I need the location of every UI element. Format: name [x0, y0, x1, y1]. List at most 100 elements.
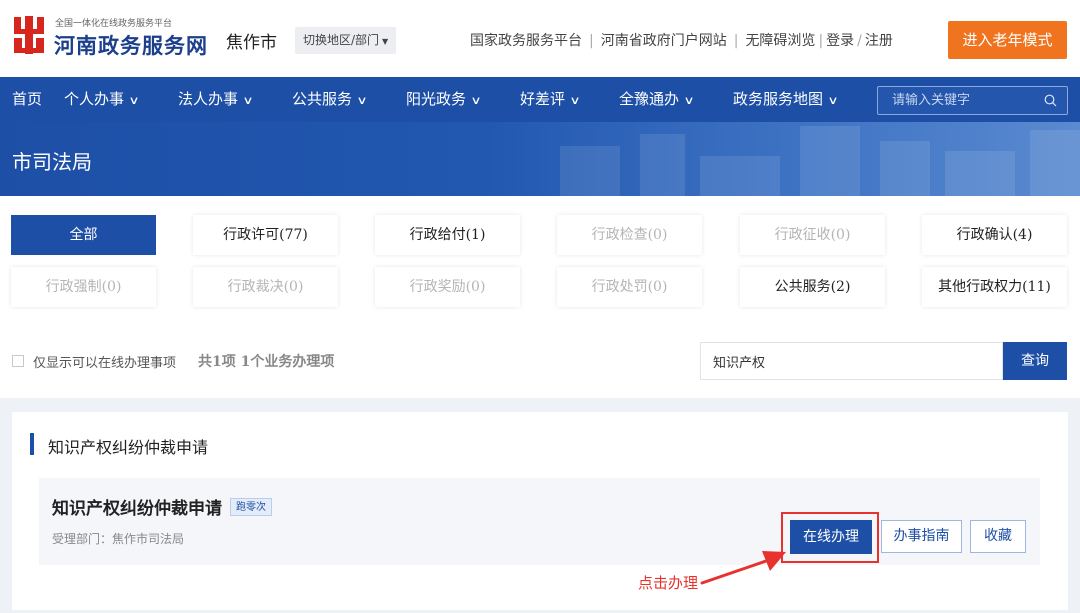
- divider: |: [818, 33, 824, 49]
- filter-count: (0): [647, 279, 668, 295]
- online-apply-button[interactable]: 在线办理: [790, 520, 872, 554]
- search-icon[interactable]: [1044, 94, 1057, 107]
- switch-region-label: 切换地区/部门: [303, 33, 380, 47]
- filter-label: 行政奖励: [409, 279, 466, 295]
- building-decoration: [1030, 130, 1080, 196]
- divider: /: [857, 33, 862, 49]
- building-decoration: [560, 146, 620, 196]
- online-only-checkbox[interactable]: [12, 355, 24, 367]
- chevron-down-icon: ∨: [683, 94, 695, 107]
- filter-all[interactable]: 全部: [11, 215, 156, 255]
- section-marker: [30, 433, 34, 455]
- nav-label: 个人办事: [64, 90, 125, 108]
- nav-label: 全豫通办: [619, 90, 680, 108]
- link-national-platform[interactable]: 国家政务服务平台: [470, 33, 582, 49]
- building-decoration: [880, 141, 930, 196]
- link-login[interactable]: 登录: [826, 33, 854, 49]
- chevron-down-icon: ∨: [242, 94, 254, 107]
- chevron-down-icon: ∨: [356, 94, 368, 107]
- nav-label: 首页: [12, 90, 43, 108]
- filter-public-service[interactable]: 公共服务(2): [740, 267, 885, 307]
- query-button[interactable]: 查询: [1003, 342, 1067, 380]
- caret-down-icon: ▼: [382, 37, 389, 46]
- filter-count: (77): [279, 227, 308, 243]
- chevron-down-icon: ∨: [470, 94, 482, 107]
- filter-count: (1): [465, 227, 486, 243]
- filter-admin-license[interactable]: 行政许可(77): [193, 215, 338, 255]
- filter-admin-confirmation[interactable]: 行政确认(4): [922, 215, 1067, 255]
- filter-count: (4): [1012, 227, 1033, 243]
- nav-item-public-service[interactable]: 公共服务 ∨: [292, 77, 368, 122]
- filter-admin-penalty[interactable]: 行政处罚(0): [557, 267, 702, 307]
- filter-count: (2): [830, 279, 851, 295]
- favorite-button[interactable]: 收藏: [970, 520, 1026, 553]
- filter-admin-adjudication[interactable]: 行政裁决(0): [193, 267, 338, 307]
- zero-trip-badge: 跑零次: [230, 498, 272, 516]
- filter-admin-levy[interactable]: 行政征收(0): [740, 215, 885, 255]
- filter-label: 其他行政权力: [938, 279, 1023, 295]
- nav-item-province-wide[interactable]: 全豫通办 ∨: [619, 77, 695, 122]
- site-title[interactable]: 河南政务服务网: [54, 30, 208, 60]
- result-count: 共1项 1个业务办理项: [198, 354, 335, 370]
- building-decoration: [800, 126, 860, 196]
- online-only-label[interactable]: 仅显示可以在线办理事项: [33, 352, 176, 371]
- filter-label: 行政处罚: [591, 279, 648, 295]
- site-header: 全国一体化在线政务服务平台 河南政务服务网 焦作市 切换地区/部门 ▼ 国家政务服…: [0, 0, 1080, 77]
- filter-label: 全部: [69, 227, 98, 243]
- filter-count: (11): [1022, 279, 1051, 295]
- keyword-search-input[interactable]: [878, 87, 1038, 114]
- filter-label: 公共服务: [774, 279, 831, 295]
- filter-count: (0): [283, 279, 304, 295]
- elder-mode-button[interactable]: 进入老年模式: [948, 21, 1067, 59]
- filter-label: 行政裁决: [227, 279, 284, 295]
- link-accessibility[interactable]: 无障碍浏览: [745, 33, 815, 49]
- link-henan-portal[interactable]: 河南省政府门户网站: [601, 33, 727, 49]
- filter-label: 行政强制: [45, 279, 102, 295]
- service-guide-button[interactable]: 办事指南: [881, 520, 962, 553]
- nav-label: 公共服务: [292, 90, 353, 108]
- building-decoration: [640, 134, 685, 196]
- item-search-input[interactable]: [700, 342, 1003, 380]
- department-banner: 市司法局: [0, 122, 1080, 196]
- item-title[interactable]: 知识产权纠纷仲裁申请: [52, 494, 222, 519]
- filter-admin-payment[interactable]: 行政给付(1): [375, 215, 520, 255]
- filter-label: 行政确认: [956, 227, 1013, 243]
- nav-item-service-map[interactable]: 政务服务地图 ∨: [733, 77, 839, 122]
- nav-item-home[interactable]: 首页: [12, 77, 42, 122]
- nav-item-personal[interactable]: 个人办事 ∨: [64, 77, 140, 122]
- item-department: 受理部门：焦作市司法局: [52, 532, 185, 546]
- filter-admin-enforcement[interactable]: 行政强制(0): [11, 267, 156, 307]
- annotation-label: 点击办理: [638, 574, 699, 592]
- nav-label: 法人办事: [178, 90, 239, 108]
- filter-count: (0): [647, 227, 668, 243]
- building-decoration: [700, 156, 780, 196]
- top-links: 国家政务服务平台 | 河南省政府门户网站 | 无障碍浏览 | 登录 / 注册: [470, 30, 893, 50]
- filter-count: (0): [465, 279, 486, 295]
- filter-count: (0): [101, 279, 122, 295]
- platform-subtitle: 全国一体化在线政务服务平台: [55, 19, 173, 29]
- nav-label: 政务服务地图: [733, 90, 824, 108]
- nav-item-corporate[interactable]: 法人办事 ∨: [178, 77, 254, 122]
- switch-region-button[interactable]: 切换地区/部门 ▼: [295, 27, 397, 54]
- chevron-down-icon: ∨: [569, 94, 581, 107]
- filter-label: 行政给付: [409, 227, 466, 243]
- page-title: 市司法局: [12, 150, 92, 174]
- chevron-down-icon: ∨: [827, 94, 839, 107]
- filter-other-powers[interactable]: 其他行政权力(11): [922, 267, 1067, 307]
- divider: |: [589, 33, 594, 49]
- annotation-arrow-icon: [700, 551, 786, 585]
- section-title: 知识产权纠纷仲裁申请: [48, 438, 209, 457]
- link-register[interactable]: 注册: [865, 33, 893, 49]
- keyword-search: [877, 86, 1068, 115]
- nav-item-rating[interactable]: 好差评 ∨: [520, 77, 581, 122]
- filter-admin-inspection[interactable]: 行政检查(0): [557, 215, 702, 255]
- nav-label: 阳光政务: [406, 90, 467, 108]
- chevron-down-icon: ∨: [128, 94, 140, 107]
- filter-admin-reward[interactable]: 行政奖励(0): [375, 267, 520, 307]
- filter-label: 行政检查: [591, 227, 648, 243]
- henan-gov-logo-icon: [14, 16, 44, 54]
- filter-count: (0): [830, 227, 851, 243]
- current-city: 焦作市: [226, 33, 277, 53]
- nav-item-sunshine[interactable]: 阳光政务 ∨: [406, 77, 482, 122]
- filter-label: 行政许可: [223, 227, 280, 243]
